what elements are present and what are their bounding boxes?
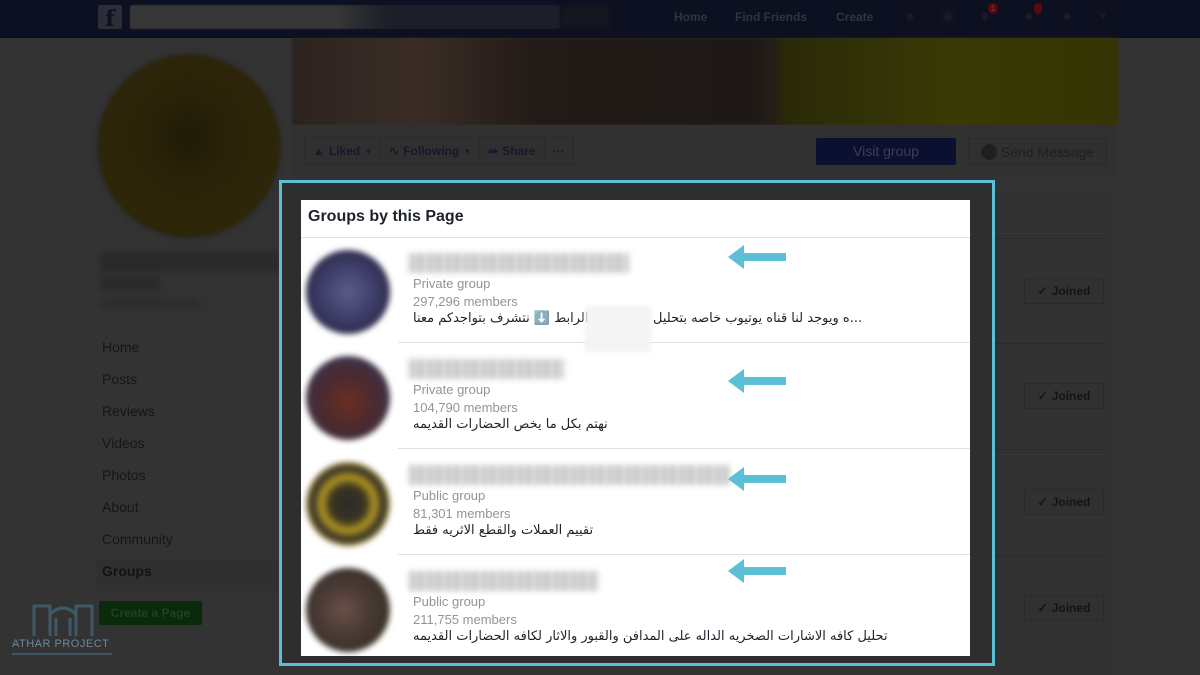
group-description: تقييم العملات والقطع الاثريه فقط [413, 523, 594, 538]
checkmark-icon: ✓ [1037, 495, 1048, 509]
athar-project-watermark: ATHAR PROJECT [10, 598, 115, 658]
sidebar-item-about[interactable]: About [95, 495, 280, 527]
nav-find-friends-link[interactable]: Find Friends [735, 10, 807, 24]
sidebar-item-photos[interactable]: Photos [95, 463, 280, 495]
group-member-count: 211,755 members [413, 612, 517, 627]
group-list-item[interactable]: Private group 104,790 members نهتم بكل م… [301, 344, 970, 449]
arrow-left-icon [728, 467, 786, 491]
group-name-blurred[interactable] [409, 359, 564, 379]
page-name-blurred [100, 252, 280, 272]
account-menu-icon[interactable]: ▼ [1092, 6, 1114, 28]
group-member-count: 81,301 members [413, 506, 511, 521]
group-list-item[interactable]: Public group 211,755 members تحليل كافه … [301, 556, 970, 656]
group-privacy: Private group [413, 382, 491, 397]
group-avatar[interactable] [306, 250, 390, 334]
group-privacy: Private group [413, 276, 491, 291]
checkmark-icon: ✓ [1037, 389, 1048, 403]
page-sidebar-nav: Home Posts Reviews Videos Photos About C… [95, 335, 280, 591]
visit-group-button[interactable]: Visit group [816, 138, 956, 165]
help-icon[interactable]: ● [1056, 6, 1078, 28]
watermark-tagline [12, 653, 112, 655]
divider [994, 238, 1104, 239]
group-member-count: 104,790 members [413, 400, 518, 415]
sidebar-item-home[interactable]: Home [95, 335, 280, 367]
cover-photo [292, 38, 1118, 125]
sidebar-item-posts[interactable]: Posts [95, 367, 280, 399]
sidebar-item-community[interactable]: Community [95, 527, 280, 559]
group-name-blurred[interactable] [409, 253, 629, 273]
groups-by-page-panel: Groups by this Page Private group 297,29… [301, 200, 970, 656]
nav-home-link[interactable]: Home [674, 10, 707, 24]
share-button[interactable]: ➦ Share [480, 138, 545, 164]
more-dots-icon: ··· [552, 144, 565, 158]
page-handle-blurred [100, 298, 200, 308]
following-button[interactable]: ∿ Following ▼ [381, 138, 481, 164]
joined-button[interactable]: ✓ Joined [1024, 278, 1104, 304]
group-avatar[interactable] [306, 462, 390, 546]
friends-icon[interactable]: ● [899, 6, 921, 28]
chevron-down-icon: ▼ [364, 146, 373, 156]
notification-count-badge: 1 [988, 3, 998, 14]
group-member-count: 297,296 members [413, 294, 518, 309]
liked-button[interactable]: ▲ Liked ▼ [305, 138, 382, 164]
group-name-blurred[interactable] [409, 571, 599, 591]
following-label: Following [403, 144, 460, 158]
page-profile-picture[interactable] [98, 55, 280, 237]
sidebar-item-reviews[interactable]: Reviews [95, 399, 280, 431]
divider [994, 555, 1104, 556]
quick-help-badge [1034, 3, 1042, 14]
top-navigation-bar: f Home Find Friends Create ● ◉ ♦ 1 ● ● ▼ [0, 0, 1200, 38]
facebook-logo-icon[interactable]: f [98, 5, 122, 32]
checkmark-icon: ✓ [1037, 284, 1048, 298]
checkmark-icon: ✓ [1037, 601, 1048, 615]
joined-button[interactable]: ✓ Joined [1024, 383, 1104, 409]
thumbs-up-icon: ▲ [313, 144, 325, 158]
liked-label: Liked [328, 144, 361, 158]
chevron-down-icon: ▼ [463, 146, 472, 156]
joined-button[interactable]: ✓ Joined [1024, 595, 1104, 621]
joined-label: Joined [1051, 284, 1091, 298]
search-button[interactable] [560, 5, 610, 29]
group-privacy: Public group [413, 488, 486, 503]
divider [398, 448, 970, 449]
arrow-left-icon [728, 245, 786, 269]
group-name-blurred[interactable] [409, 465, 729, 485]
group-description: نهتم بكل ما يخص الحضارات القديمه [413, 417, 608, 432]
arrow-left-icon [728, 559, 786, 583]
group-privacy: Public group [413, 594, 486, 609]
sidebar-item-videos[interactable]: Videos [95, 431, 280, 463]
nav-create-link[interactable]: Create [836, 10, 873, 24]
joined-label: Joined [1051, 389, 1091, 403]
search-input[interactable] [130, 5, 560, 29]
joined-label: Joined [1051, 601, 1091, 615]
share-arrow-icon: ➦ [488, 144, 499, 158]
share-label: Share [502, 144, 536, 158]
page-actions-group: ▲ Liked ▼ ∿ Following ▼ ➦ Share ··· [304, 137, 574, 165]
more-options-button[interactable]: ··· [545, 138, 573, 164]
sidebar-item-groups[interactable]: Groups [95, 559, 280, 591]
group-avatar[interactable] [306, 568, 390, 652]
send-message-label: Send Message [1000, 143, 1095, 160]
joined-label: Joined [1051, 495, 1091, 509]
divider [398, 554, 970, 555]
panel-title: Groups by this Page [308, 208, 464, 225]
rss-icon: ∿ [389, 144, 400, 158]
divider [398, 342, 970, 343]
send-message-button[interactable]: Send Message [968, 138, 1107, 165]
watermark-text: ATHAR PROJECT [12, 638, 110, 650]
arch-logo-icon [32, 604, 94, 636]
messenger-icon[interactable]: ◉ [937, 6, 959, 28]
group-description: تحليل كافه الاشارات الصخريه الداله على ا… [413, 629, 888, 644]
divider [994, 343, 1104, 344]
group-list-item[interactable]: Public group 81,301 members تقييم العملا… [301, 450, 970, 555]
messenger-icon [980, 143, 997, 160]
divider [994, 449, 1104, 450]
arrow-left-icon [728, 369, 786, 393]
joined-button[interactable]: ✓ Joined [1024, 489, 1104, 515]
group-avatar[interactable] [306, 356, 390, 440]
page-name-blurred-line2 [100, 276, 160, 290]
